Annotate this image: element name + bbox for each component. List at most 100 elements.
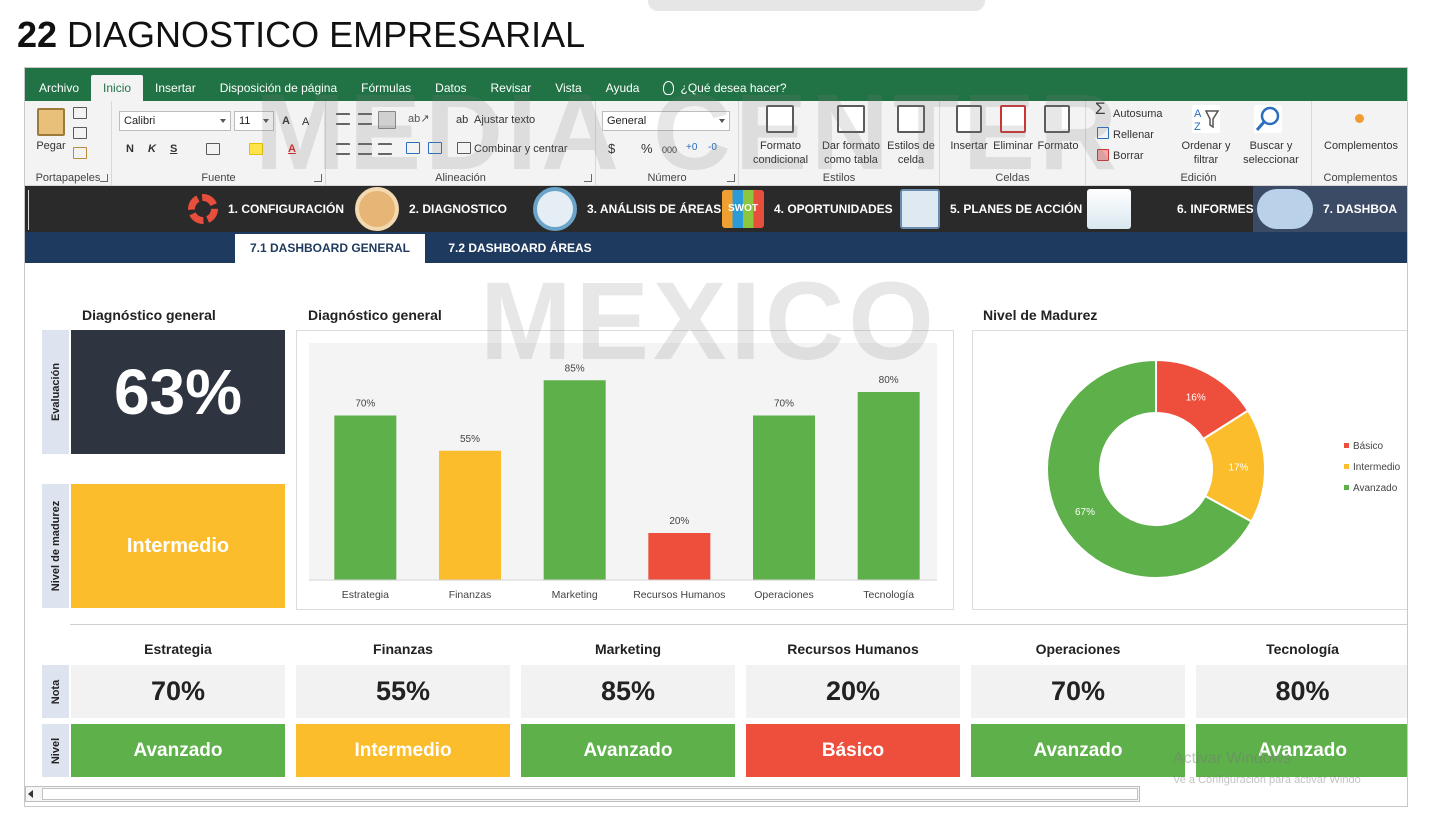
tell-me-box[interactable]: ¿Qué desea hacer? — [651, 75, 798, 101]
align-left-icon[interactable] — [336, 143, 350, 155]
nav-analisis-areas[interactable]: 3. ANÁLISIS DE ÁREAS — [533, 186, 721, 232]
page-title: 22 DIAGNOSTICO EMPRESARIAL — [17, 14, 585, 56]
area-level-recursos-humanos: Básico — [746, 724, 960, 777]
tab-dashboard-areas[interactable]: 7.2 DASHBOARD ÁREAS — [435, 234, 605, 263]
nav-dashboard[interactable]: 7. DASHBOA — [1253, 186, 1407, 232]
dialog-launcher-icon[interactable] — [584, 174, 592, 182]
grow-font-icon[interactable]: A — [282, 114, 290, 128]
bar — [334, 415, 397, 580]
horizontal-scrollbar[interactable] — [25, 786, 1140, 802]
insert-cells-button[interactable]: Insertar — [945, 139, 993, 153]
tab-ayuda[interactable]: Ayuda — [594, 75, 652, 101]
slide-title: DIAGNOSTICO EMPRESARIAL — [67, 14, 586, 55]
group-label-editing: Edición — [1180, 172, 1217, 184]
decrease-indent-icon[interactable] — [406, 142, 420, 154]
scroll-left-icon[interactable] — [28, 790, 33, 798]
tab-insertar[interactable]: Insertar — [143, 75, 208, 101]
italic-button[interactable]: K — [148, 142, 156, 156]
dashboard-icon — [1257, 189, 1313, 229]
dialog-launcher-icon[interactable] — [100, 174, 108, 182]
tab-formulas[interactable]: Fórmulas — [349, 75, 423, 101]
align-middle-icon[interactable] — [358, 113, 372, 125]
fill-button[interactable]: Rellenar — [1113, 128, 1154, 142]
clear-button[interactable]: Borrar — [1113, 149, 1144, 163]
area-level-tecnologia: Avanzado — [1196, 724, 1407, 777]
group-styles: Formato condicional Dar formato como tab… — [739, 101, 940, 186]
currency-button[interactable]: $ — [608, 142, 615, 156]
legend-swatch — [1344, 485, 1349, 490]
align-center-icon[interactable] — [358, 143, 372, 155]
find-select-button[interactable]: Buscar y seleccionar — [1236, 139, 1306, 167]
increase-decimal-icon[interactable]: +0 — [686, 141, 697, 155]
bold-button[interactable]: N — [126, 142, 134, 156]
number-format-value: General — [607, 115, 647, 127]
bar — [439, 450, 501, 580]
area-title-recursos-humanos: Recursos Humanos — [787, 641, 919, 657]
nav-label: 7. DASHBOA — [1323, 202, 1398, 216]
addins-button[interactable]: Complementos — [1318, 139, 1404, 153]
tab-datos[interactable]: Datos — [423, 75, 478, 101]
area-title-estrategia: Estrategia — [144, 641, 212, 657]
align-right-icon[interactable] — [378, 143, 392, 155]
copy-icon[interactable] — [73, 127, 87, 139]
nav-oportunidades[interactable]: SWOT 4. OPORTUNIDADES — [722, 186, 893, 232]
tab-disposicion[interactable]: Disposición de página — [208, 75, 349, 101]
x-tick-label: Marketing — [552, 589, 598, 601]
tab-vista[interactable]: Vista — [543, 75, 593, 101]
area-level-operaciones: Avanzado — [971, 724, 1185, 777]
conditional-format-button[interactable]: Formato condicional — [743, 139, 818, 167]
increase-indent-icon[interactable] — [428, 142, 442, 154]
nav-label: 5. PLANES DE ACCIÓN — [950, 202, 1083, 216]
bar-value-label: 55% — [460, 434, 480, 445]
align-bottom-icon[interactable] — [378, 111, 396, 129]
font-size-select[interactable]: 11 — [234, 111, 274, 131]
cut-icon[interactable] — [73, 107, 87, 119]
dialog-launcher-icon[interactable] — [727, 174, 735, 182]
percent-button[interactable]: % — [641, 142, 653, 156]
number-format-select[interactable]: General — [602, 111, 730, 131]
scrollbar-thumb[interactable] — [42, 788, 1138, 800]
fill-color-icon[interactable] — [249, 143, 263, 155]
align-top-icon[interactable] — [336, 113, 350, 125]
nav-diagnostico[interactable]: 2. DIAGNOSTICO — [355, 186, 507, 232]
wrap-text-button[interactable]: Ajustar texto — [474, 113, 535, 127]
bar — [753, 415, 815, 580]
area-score-operaciones: 70% — [971, 665, 1185, 718]
delete-cells-button[interactable]: Eliminar — [988, 139, 1038, 153]
svg-text:A: A — [1194, 108, 1202, 120]
tab-revisar[interactable]: Revisar — [479, 75, 544, 101]
sort-filter-button[interactable]: Ordenar y filtrar — [1176, 139, 1236, 167]
group-addins: Complementos Complementos — [1312, 101, 1407, 186]
x-tick-label: Finanzas — [449, 589, 492, 601]
legend-swatch — [1344, 464, 1349, 469]
paste-button[interactable]: Pegar — [33, 139, 69, 153]
nav-planes-accion[interactable]: 5. PLANES DE ACCIÓN — [900, 186, 1082, 232]
nav-informes[interactable]: 6. INFORMES — [1087, 186, 1254, 232]
font-color-icon[interactable]: A — [288, 142, 296, 156]
underline-button[interactable]: S — [170, 142, 177, 156]
format-painter-icon[interactable] — [73, 147, 87, 159]
tab-inicio[interactable]: Inicio — [91, 75, 144, 101]
merge-center-button[interactable]: Combinar y centrar — [474, 142, 568, 156]
format-cells-button[interactable]: Formato — [1034, 139, 1082, 153]
cell-styles-button[interactable]: Estilos de celda — [885, 139, 937, 167]
nav-configuracion[interactable]: 1. CONFIGURACIÓN — [188, 186, 344, 232]
bar — [857, 392, 920, 580]
tab-archivo[interactable]: Archivo — [27, 75, 91, 101]
format-as-table-button[interactable]: Dar formato como tabla — [817, 139, 885, 167]
orientation-icon[interactable]: ab↗ — [408, 112, 429, 126]
legend-label: Básico — [1353, 441, 1383, 452]
tab-dashboard-general[interactable]: 7.1 DASHBOARD GENERAL — [235, 234, 425, 263]
maturity-label: Nivel de madurez — [42, 484, 69, 608]
autosum-button[interactable]: Autosuma — [1113, 107, 1163, 121]
font-name-value: Calibri — [124, 115, 156, 127]
shrink-font-icon[interactable]: A — [302, 115, 309, 129]
thousands-button[interactable]: 000 — [662, 143, 677, 157]
dashboard-subtabs: 7.1 DASHBOARD GENERAL 7.2 DASHBOARD ÁREA… — [25, 232, 1407, 263]
dialog-launcher-icon[interactable] — [314, 174, 322, 182]
font-name-select[interactable]: Calibri — [119, 111, 231, 131]
maturity-label-text: Nivel de madurez — [49, 500, 62, 592]
decrease-decimal-icon[interactable]: -0 — [708, 141, 717, 155]
lightbulb-icon — [663, 81, 675, 95]
borders-icon[interactable] — [206, 143, 220, 155]
